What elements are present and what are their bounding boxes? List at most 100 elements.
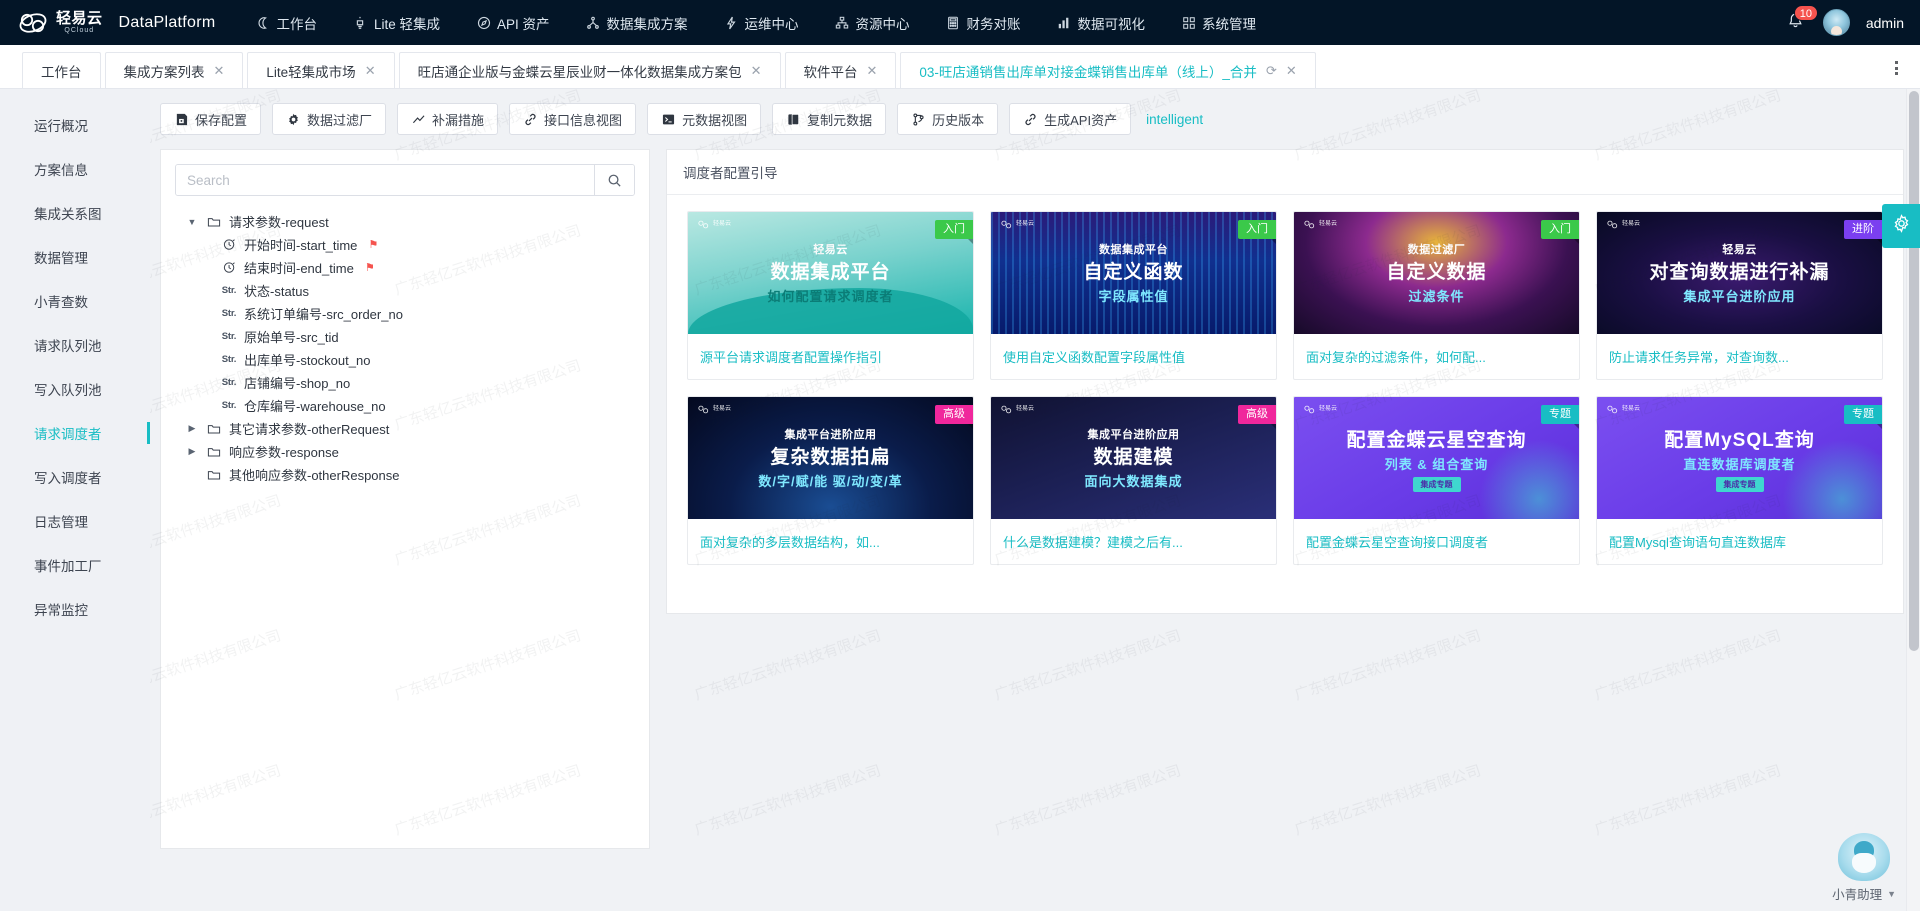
card-thumb-line3: 字段属性值 — [999, 286, 1268, 305]
toolbar-button-2[interactable]: 数据过滤厂 — [272, 103, 386, 135]
card-thumb-line2: 配置MySQL查询 — [1605, 425, 1874, 452]
grid-icon — [1181, 15, 1196, 30]
string-type-tag: Str. — [221, 354, 237, 365]
toolbar-button-3[interactable]: 补漏措施 — [397, 103, 498, 135]
card-level-tag: 进阶 — [1844, 220, 1882, 239]
guide-card[interactable]: 轻易云进阶轻易云对查询数据进行补漏集成平台进阶应用防止请求任务异常，对查询数..… — [1596, 211, 1883, 380]
sidebar-item-5[interactable]: 小青查数 — [0, 279, 150, 323]
guide-card[interactable]: 轻易云入门数据集成平台自定义函数字段属性值使用自定义函数配置字段属性值 — [990, 211, 1277, 380]
nav-item-6[interactable]: 资源中心 — [817, 0, 928, 45]
sidebar-item-2[interactable]: 方案信息 — [0, 147, 150, 191]
chevron-right-icon[interactable]: ▶ — [185, 423, 199, 434]
tab-4[interactable]: 旺店通企业版与金蝶云星辰业财一体化数据集成方案包✕ — [399, 52, 781, 88]
tree-node-label: 其它请求参数-otherRequest — [229, 419, 389, 438]
nav-item-8[interactable]: 数据可视化 — [1039, 0, 1164, 45]
card-chip: 集成专题 — [1413, 477, 1461, 492]
search-icon[interactable] — [594, 165, 634, 195]
reload-icon[interactable]: ⟳ — [1266, 63, 1277, 79]
sidebar-item-3[interactable]: 集成关系图 — [0, 191, 150, 235]
close-icon[interactable]: ✕ — [751, 64, 762, 77]
sidebar-item-11[interactable]: 事件加工厂 — [0, 543, 150, 587]
guide-card[interactable]: 轻易云入门轻易云数据集成平台如何配置请求调度者源平台请求调度者配置操作指引 — [687, 211, 974, 380]
tree-node[interactable]: Str.状态-status — [175, 279, 635, 302]
card-thumbnail: 轻易云入门数据过滤厂自定义数据过滤条件 — [1294, 212, 1579, 334]
nav-item-2[interactable]: Lite 轻集成 — [335, 0, 458, 45]
tree-node-label: 请求参数-request — [229, 212, 329, 231]
tree-node[interactable]: 结束时间-end_time⚑ — [175, 256, 635, 279]
assistant-widget[interactable]: 小青助理 ▼ — [1832, 833, 1896, 903]
settings-side-button[interactable] — [1882, 204, 1920, 248]
card-thumb-line1: 集成平台进阶应用 — [696, 426, 965, 442]
tree-node[interactable]: Str.出库单号-stockout_no — [175, 348, 635, 371]
tree-node[interactable]: Str.系统订单编号-src_order_no — [175, 302, 635, 325]
nav-item-7[interactable]: 财务对账 — [928, 0, 1039, 45]
sidebar-item-label: 写入队列池 — [34, 379, 102, 399]
tree-node[interactable]: Str.店铺编号-shop_no — [175, 371, 635, 394]
tree-search-box[interactable] — [175, 164, 635, 196]
card-logo-icon: 轻易云 — [1000, 219, 1034, 230]
folder-icon — [206, 215, 222, 229]
tree-node[interactable]: ▶响应参数-response — [175, 440, 635, 463]
tab-5[interactable]: 软件平台 ✕ — [785, 52, 897, 88]
toolbar-button-4[interactable]: 接口信息视图 — [509, 103, 636, 135]
sidebar-item-8[interactable]: 请求调度者 — [0, 411, 150, 455]
tree-node[interactable]: ▼ 请求参数-request — [175, 210, 635, 233]
toolbar-button-5[interactable]: 元数据视图 — [647, 103, 761, 135]
guide-card[interactable]: 轻易云专题配置MySQL查询直连数据库调度者集成专题配置Mysql查询语句直连数… — [1596, 396, 1883, 565]
close-icon[interactable]: ✕ — [867, 64, 878, 77]
tabs-overflow-menu-icon[interactable] — [1891, 57, 1902, 79]
toolbar-button-8[interactable]: 生成API资产 — [1009, 103, 1131, 135]
tab-3[interactable]: Lite轻集成市场✕ — [247, 52, 394, 88]
sidebar-item-12[interactable]: 异常监控 — [0, 587, 150, 631]
avatar[interactable] — [1823, 9, 1850, 36]
close-icon[interactable]: ✕ — [1286, 64, 1297, 77]
username-label[interactable]: admin — [1866, 15, 1904, 31]
nav-item-4[interactable]: 数据集成方案 — [568, 0, 706, 45]
tree-node[interactable]: Str.原始单号-src_tid — [175, 325, 635, 348]
parameter-tree-panel: ▼请求参数-request开始时间-start_time⚑结束时间-end_ti… — [160, 149, 650, 849]
card-level-tag: 专题 — [1541, 405, 1579, 424]
tab-6[interactable]: 03-旺店通销售出库单对接金蝶销售出库单（线上）_合并⟳✕ — [900, 52, 1315, 88]
chevron-down-icon[interactable]: ▼ — [185, 217, 199, 227]
card-thumb-line3: 集成平台进阶应用 — [1605, 286, 1874, 305]
chevron-down-icon[interactable]: ▼ — [1887, 889, 1896, 899]
tree-node[interactable]: 其他响应参数-otherResponse — [175, 463, 635, 486]
tree-node[interactable]: 开始时间-start_time⚑ — [175, 233, 635, 256]
close-icon[interactable]: ✕ — [365, 64, 376, 77]
main-content: 广东轻亿云软件科技有限公司广东轻亿云软件科技有限公司广东轻亿云软件科技有限公司广… — [150, 89, 1920, 911]
sidebar-item-10[interactable]: 日志管理 — [0, 499, 150, 543]
assistant-avatar-icon — [1838, 833, 1890, 881]
tab-2[interactable]: 集成方案列表✕ — [105, 52, 244, 88]
guide-card[interactable]: 轻易云高级集成平台进阶应用复杂数据拍扁数/字/赋/能 驱/动/变/革面对复杂的多… — [687, 396, 974, 565]
toolbar-button-7[interactable]: 历史版本 — [897, 103, 998, 135]
bar-chart-icon — [1057, 15, 1072, 30]
scrollbar-thumb[interactable] — [1909, 91, 1919, 651]
tab-1[interactable]: 工作台 — [22, 52, 101, 88]
search-input[interactable] — [176, 165, 594, 195]
tree-node[interactable]: Str.仓库编号-warehouse_no — [175, 394, 635, 417]
intelligent-label[interactable]: intelligent — [1146, 112, 1203, 127]
sidebar-item-4[interactable]: 数据管理 — [0, 235, 150, 279]
tree-node[interactable]: ▶ 其它请求参数-otherRequest — [175, 417, 635, 440]
sidebar-item-9[interactable]: 写入调度者 — [0, 455, 150, 499]
nav-item-9[interactable]: 系统管理 — [1163, 0, 1274, 45]
guide-card[interactable]: 轻易云高级集成平台进阶应用数据建模面向大数据集成什么是数据建模？建模之后有... — [990, 396, 1277, 565]
sidebar-item-7[interactable]: 写入队列池 — [0, 367, 150, 411]
guide-card[interactable]: 轻易云入门数据过滤厂自定义数据过滤条件面对复杂的过滤条件，如何配... — [1293, 211, 1580, 380]
nav-item-label: 财务对账 — [967, 13, 1021, 33]
terminal-icon — [661, 112, 675, 126]
guide-card[interactable]: 轻易云专题配置金蝶云星空查询列表 & 组合查询集成专题配置金蝶云星空查询接口调度… — [1293, 396, 1580, 565]
sidebar-item-6[interactable]: 请求队列池 — [0, 323, 150, 367]
tree-node-label: 结束时间-end_time — [244, 258, 354, 277]
close-icon[interactable]: ✕ — [214, 64, 225, 77]
nav-item-3[interactable]: API 资产 — [458, 0, 568, 45]
toolbar-button-1[interactable]: 保存配置 — [160, 103, 261, 135]
brand-logo[interactable]: 轻易云 QCloud DataPlatform — [0, 10, 215, 36]
chevron-right-icon[interactable]: ▶ — [185, 446, 199, 457]
tab-label: 软件平台 — [804, 61, 858, 81]
nav-item-1[interactable]: 工作台 — [237, 0, 335, 45]
toolbar-button-6[interactable]: 复制元数据 — [772, 103, 886, 135]
sidebar-item-1[interactable]: 运行概况 — [0, 103, 150, 147]
notifications-button[interactable]: 10 — [1785, 12, 1807, 34]
nav-item-5[interactable]: 运维中心 — [706, 0, 817, 45]
